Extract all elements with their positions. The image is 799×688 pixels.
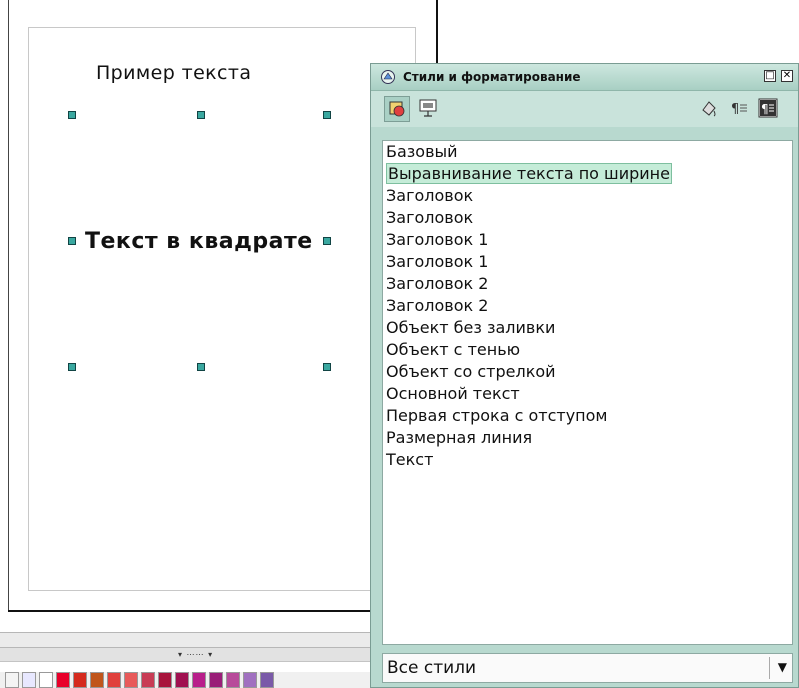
selection-handle-middle-right[interactable] [323, 237, 331, 245]
page-border-left [8, 0, 9, 612]
palette-swatch[interactable] [90, 672, 104, 688]
style-filter-select[interactable]: Все стили ▼ [382, 653, 793, 683]
style-list-item[interactable]: Объект с тенью [386, 339, 792, 361]
palette-swatch[interactable] [158, 672, 172, 688]
style-list-item[interactable]: Размерная линия [386, 427, 792, 449]
selection-handle-bottom-right[interactable] [323, 363, 331, 371]
graphics-styles-icon [389, 101, 405, 117]
style-list-item[interactable]: Заголовок 2 [386, 273, 792, 295]
splitter-grip-icon[interactable]: ▾ ⋯⋯ ▾ [178, 650, 213, 659]
style-list-item[interactable]: Заголовок [386, 207, 792, 229]
palette-swatch[interactable] [56, 672, 70, 688]
style-list-item-label: Первая строка с отступом [386, 406, 608, 425]
style-list-item-label: Заголовок 2 [386, 274, 489, 293]
palette-swatch[interactable] [243, 672, 257, 688]
palette-swatch[interactable] [260, 672, 274, 688]
palette-swatch[interactable] [107, 672, 121, 688]
style-list-item[interactable]: Объект со стрелкой [386, 361, 792, 383]
page-margin-frame [28, 27, 416, 591]
style-list-item-label: Заголовок 2 [386, 296, 489, 315]
selection-handle-middle-left[interactable] [68, 237, 76, 245]
close-button[interactable]: ✕ [781, 70, 793, 82]
horizontal-scrollbar[interactable] [0, 632, 380, 648]
style-list-item-label: Заголовок [386, 186, 474, 205]
palette-swatch[interactable] [73, 672, 87, 688]
style-filter-value: Все стили [387, 658, 477, 678]
restore-button[interactable]: □ [764, 70, 776, 82]
palette-swatch[interactable] [22, 672, 36, 688]
style-list-item[interactable]: Объект без заливки [386, 317, 792, 339]
panel-toolbar: ¶ ¶ [371, 91, 798, 127]
style-list-item[interactable]: Заголовок 1 [386, 251, 792, 273]
selection-handle-bottom-left[interactable] [68, 363, 76, 371]
palette-swatch[interactable] [175, 672, 189, 688]
palette-swatch[interactable] [5, 672, 19, 688]
style-list-item-label: Заголовок 1 [386, 252, 489, 271]
presentation-styles-icon [419, 99, 437, 117]
panel-title: Стили и форматирование [403, 70, 581, 84]
panel-splitter[interactable]: ▾ ⋯⋯ ▾ [0, 648, 380, 662]
style-list-item-label: Размерная линия [386, 428, 533, 447]
filter-separator [769, 657, 770, 679]
update-style-icon: ¶ [758, 98, 778, 118]
graphics-styles-button[interactable] [384, 96, 410, 122]
style-list-item-label: Объект со стрелкой [386, 362, 556, 381]
selection-handle-top-right[interactable] [323, 111, 331, 119]
style-list-item[interactable]: Заголовок 1 [386, 229, 792, 251]
new-style-button[interactable]: ¶ [727, 96, 753, 122]
color-palette-bar [0, 672, 380, 688]
style-list-item-label: Основной текст [386, 384, 520, 403]
style-list-item[interactable]: Заголовок 2 [386, 295, 792, 317]
canvas-text-in-square[interactable]: Текст в квадрате [85, 229, 313, 254]
style-list-item[interactable]: Основной текст [386, 383, 792, 405]
style-list-item[interactable]: Текст [386, 449, 792, 471]
canvas-text-example[interactable]: Пример текста [96, 62, 251, 84]
new-style-from-selection-icon: ¶ [731, 102, 747, 117]
svg-text:¶: ¶ [731, 102, 739, 117]
styles-panel-icon [381, 70, 395, 84]
style-list-item[interactable]: Заголовок [386, 185, 792, 207]
styles-formatting-panel: Стили и форматирование □ ✕ ¶ ¶ Базовый В… [370, 63, 799, 688]
palette-swatch[interactable] [39, 672, 53, 688]
palette-swatch[interactable] [226, 672, 240, 688]
style-list-item-label: Объект без заливки [386, 318, 556, 337]
update-style-button[interactable]: ¶ [756, 96, 782, 122]
style-list-item-label: Заголовок 1 [386, 230, 489, 249]
style-list-item-label: Объект с тенью [386, 340, 521, 359]
style-list-item-label: Текст [386, 450, 434, 469]
selection-handle-bottom-center[interactable] [197, 363, 205, 371]
palette-swatch[interactable] [192, 672, 206, 688]
style-list-item[interactable]: Первая строка с отступом [386, 405, 792, 427]
svg-text:¶: ¶ [761, 102, 769, 116]
style-list-item[interactable]: Выравнивание текста по ширине [386, 163, 792, 185]
palette-swatch[interactable] [124, 672, 138, 688]
palette-swatch[interactable] [141, 672, 155, 688]
style-list-item-label: Заголовок [386, 208, 474, 227]
selection-handle-top-left[interactable] [68, 111, 76, 119]
dropdown-arrow-icon[interactable]: ▼ [778, 660, 787, 674]
presentation-styles-button[interactable] [416, 96, 442, 122]
selection-handle-top-center[interactable] [197, 111, 205, 119]
style-list-item[interactable]: Базовый [386, 141, 792, 163]
style-list-item-label: Выравнивание текста по ширине [386, 163, 672, 184]
styles-list[interactable]: Базовый Выравнивание текста по ширине Заго… [382, 140, 793, 645]
style-list-item-label: Базовый [386, 142, 458, 161]
fill-format-mode-button[interactable] [697, 96, 723, 122]
palette-swatch[interactable] [209, 672, 223, 688]
panel-titlebar[interactable]: Стили и форматирование □ ✕ [371, 64, 798, 91]
fill-format-mode-icon [702, 101, 716, 117]
